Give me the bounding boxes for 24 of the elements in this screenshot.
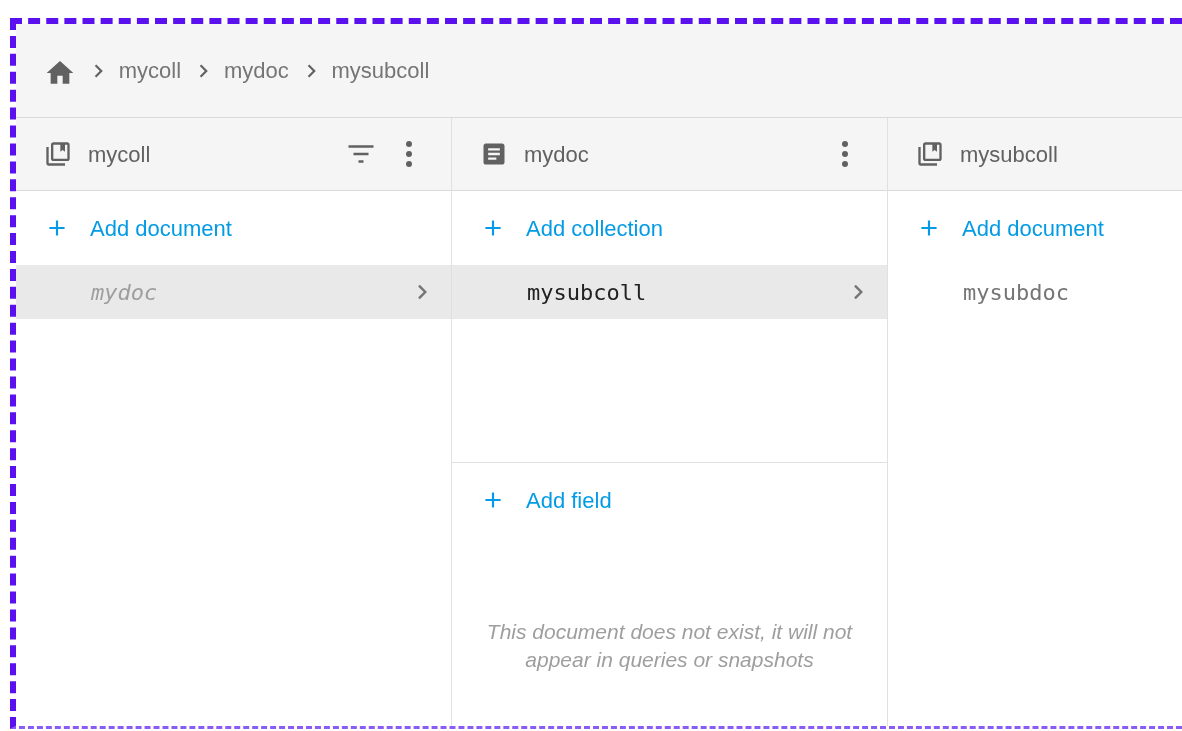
collection-icon [916,140,944,168]
breadcrumb-link[interactable]: mydoc [223,54,289,87]
breadcrumb-link[interactable]: mysubcoll [331,54,430,87]
chevron-right-icon [415,282,427,302]
item-name: mydoc [91,278,159,307]
list-item[interactable]: mysubdoc [888,265,1182,319]
add-button[interactable]: Add collection [452,191,887,265]
filter-icon [346,142,376,166]
column-title: mydoc [524,140,590,169]
list-item[interactable]: mydoc [16,265,451,319]
item-name: mysubdoc [963,278,1070,307]
list-item[interactable]: mysubcoll [452,265,887,319]
add-button[interactable]: Add field [452,463,887,537]
add-button[interactable]: Add document [888,191,1182,265]
add-button[interactable]: Add document [16,191,451,265]
collection-icon [44,140,72,168]
more-vertical-icon [405,140,413,168]
notice-text: This document does not exist, it will not appear in queries or snapshots [485,619,854,673]
item-name: mysubcoll [527,278,648,307]
chevron-right-icon [851,282,863,302]
more-vertical-icon [841,140,849,168]
breadcrumb-link[interactable]: mycoll [118,54,182,87]
column-title: mysubcoll [960,140,1059,169]
column-title: mycoll [88,140,152,169]
